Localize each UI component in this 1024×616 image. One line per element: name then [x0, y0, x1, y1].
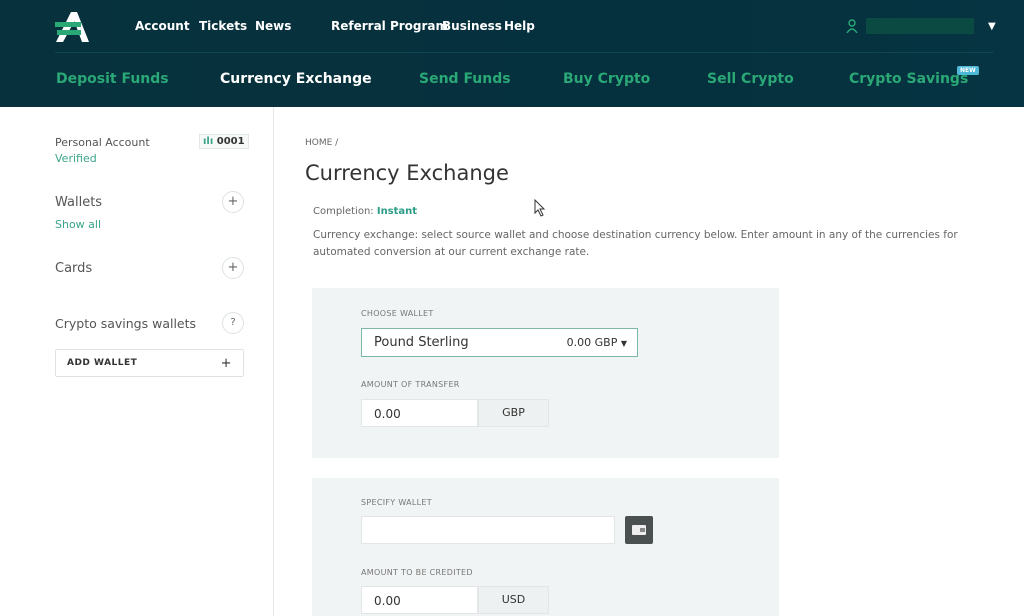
wallet-picker-button[interactable] [625, 516, 653, 544]
specify-wallet-input[interactable] [361, 516, 615, 544]
nav-business[interactable]: Business [442, 19, 502, 33]
destination-currency[interactable]: USD [478, 586, 549, 614]
nav-help[interactable]: Help [504, 19, 535, 33]
help-icon[interactable]: ? [222, 312, 244, 334]
completion: Completion: Instant [313, 206, 417, 217]
account-status: Verified [55, 152, 97, 165]
nav-referral-program[interactable]: Referral Program [331, 19, 448, 33]
tab-deposit-funds[interactable]: Deposit Funds [56, 71, 169, 87]
user-menu[interactable]: ▼ [846, 18, 996, 34]
choose-wallet-select[interactable]: Pound Sterling 0.00 GBP ▼ [361, 328, 638, 357]
user-icon [846, 19, 858, 33]
add-wallet-plus-icon[interactable]: + [222, 191, 244, 213]
tab-currency-exchange[interactable]: Currency Exchange [220, 71, 372, 87]
nav-news[interactable]: News [255, 19, 291, 33]
plus-icon: + [220, 355, 232, 371]
wallet-balance: 0.00 GBP [566, 336, 618, 349]
account-number[interactable]: ılı 0001 [199, 134, 249, 149]
mouse-cursor-icon [534, 199, 546, 217]
transfer-amount-input[interactable]: 0.00 [361, 399, 478, 427]
breadcrumb[interactable]: HOME / [305, 138, 338, 148]
page-title: Currency Exchange [305, 161, 509, 185]
chevron-down-icon: ▼ [620, 339, 627, 348]
choose-wallet-label: CHOOSE WALLET [361, 309, 434, 318]
description: Currency exchange: select source wallet … [313, 229, 958, 258]
tab-sell-crypto[interactable]: Sell Crypto [707, 71, 794, 87]
divider [55, 52, 994, 53]
add-wallet-label: ADD WALLET [67, 358, 138, 368]
username-redacted [866, 18, 974, 34]
chevron-down-icon[interactable]: ▼ [988, 21, 996, 32]
nav-tickets[interactable]: Tickets [199, 19, 247, 33]
header: Account Tickets News Referral Program Bu… [0, 0, 1024, 107]
destination-panel: SPECIFY WALLET AMOUNT TO BE CREDITED 0.0… [312, 478, 779, 616]
amount-of-transfer-label: AMOUNT OF TRANSFER [361, 380, 460, 389]
add-wallet-button[interactable]: ADD WALLET + [55, 349, 244, 377]
source-currency: GBP [478, 399, 549, 427]
show-all-link[interactable]: Show all [55, 218, 101, 231]
tab-buy-crypto[interactable]: Buy Crypto [563, 71, 650, 87]
cards-heading: Cards [55, 261, 93, 276]
account-number-value: 0001 [216, 136, 245, 147]
wallet-name: Pound Sterling [374, 335, 469, 350]
logo-icon[interactable] [55, 12, 89, 42]
nav-account[interactable]: Account [135, 19, 190, 33]
credited-amount-input[interactable]: 0.00 [361, 586, 478, 614]
completion-label: Completion: [313, 206, 374, 217]
source-panel: CHOOSE WALLET Pound Sterling 0.00 GBP ▼ A… [312, 288, 779, 458]
crypto-savings-heading: Crypto savings wallets [55, 316, 197, 331]
completion-value: Instant [376, 206, 418, 217]
bar-chart-icon: ılı [203, 136, 217, 147]
tab-send-funds[interactable]: Send Funds [419, 71, 511, 87]
amount-to-be-credited-label: AMOUNT TO BE CREDITED [361, 568, 473, 577]
add-card-plus-icon[interactable]: + [222, 257, 244, 279]
account-type: Personal Account [55, 136, 150, 149]
wallets-heading: Wallets [55, 195, 103, 210]
wallet-icon [632, 525, 646, 535]
specify-wallet-label: SPECIFY WALLET [361, 498, 432, 507]
tab-crypto-savings[interactable]: Crypto Savings [849, 71, 968, 87]
new-badge: NEW [957, 66, 979, 75]
